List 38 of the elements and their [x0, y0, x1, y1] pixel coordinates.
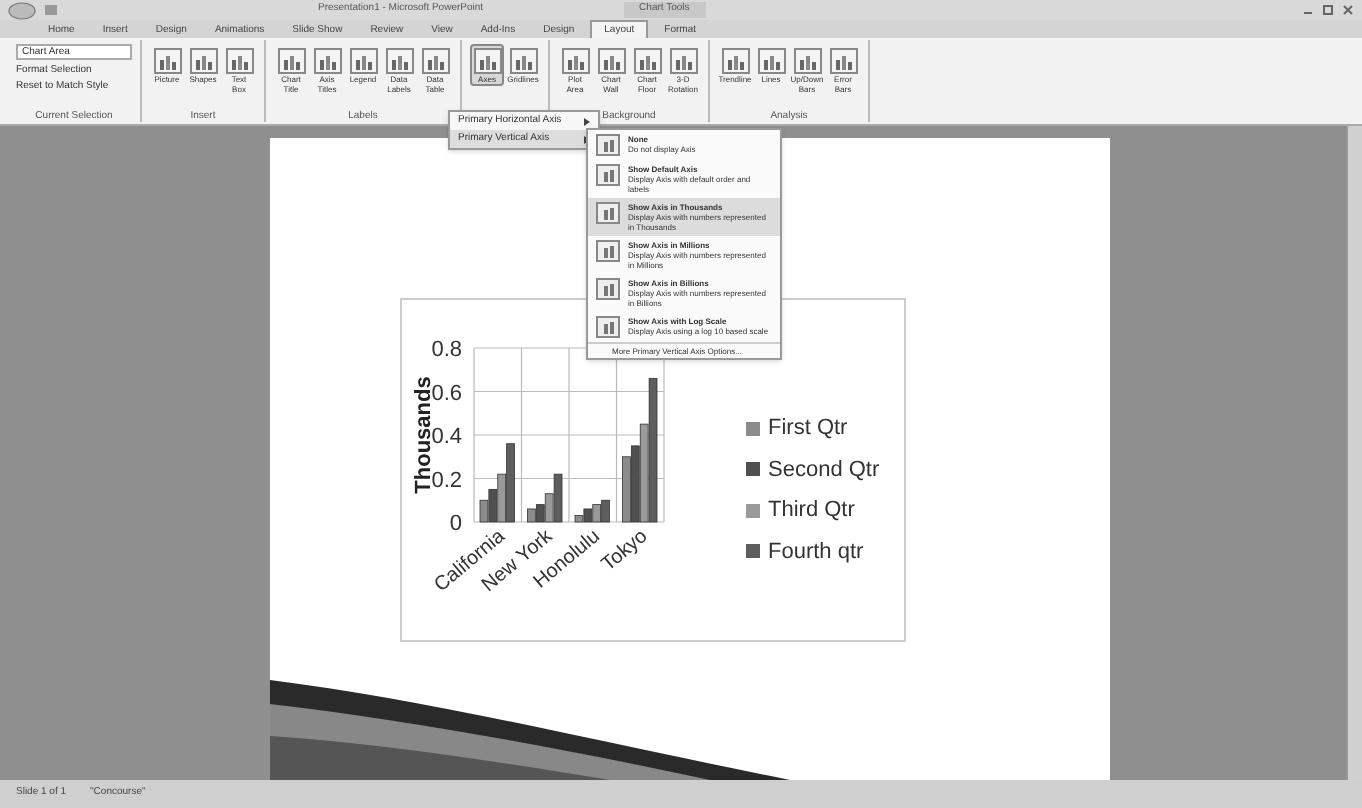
- chart-icon: [225, 48, 253, 74]
- chart-icon: [793, 48, 821, 74]
- chart-icon: [669, 48, 697, 74]
- chart-icon: [473, 48, 501, 74]
- chart-icon: [189, 48, 217, 74]
- scroll-bar[interactable]: [1346, 126, 1362, 780]
- close-icon[interactable]: [1342, 4, 1354, 16]
- chart-icon: [421, 48, 449, 74]
- tick-label: 0.2: [431, 468, 462, 493]
- chart-icon: [509, 48, 537, 74]
- chart-icon: [597, 48, 625, 74]
- chart-icon: [313, 48, 341, 74]
- maximize-icon[interactable]: [1322, 4, 1334, 16]
- tick-label: 0.8: [431, 338, 462, 362]
- chart-icon: [721, 48, 749, 74]
- legend-label: Fourth qtr: [768, 537, 864, 567]
- chart-icon: [829, 48, 857, 74]
- chart-icon: [633, 48, 661, 74]
- submenu-arrow-icon: [584, 117, 590, 125]
- axis-icon: [596, 278, 620, 300]
- chart-icon: [385, 48, 413, 74]
- tick-label: 0: [449, 512, 462, 536]
- legend-label: First Qtr: [768, 414, 848, 444]
- chart-icon: [277, 48, 305, 74]
- chart-icon: [349, 48, 377, 74]
- office-button-icon[interactable]: [8, 1, 36, 19]
- axis-icon: [596, 240, 620, 262]
- tick-label: 0.6: [431, 381, 462, 406]
- legend-label: Third Qtr: [768, 496, 855, 526]
- legend-label: Second Qtr: [768, 455, 880, 485]
- axis-icon: [596, 134, 620, 156]
- chart-icon: [757, 48, 785, 74]
- chart-icon: [153, 48, 181, 74]
- axis-icon: [596, 164, 620, 186]
- axis-icon: [596, 316, 620, 338]
- chart-icon: [561, 48, 589, 74]
- tick-label: 0.4: [431, 425, 462, 449]
- axis-icon: [596, 202, 620, 224]
